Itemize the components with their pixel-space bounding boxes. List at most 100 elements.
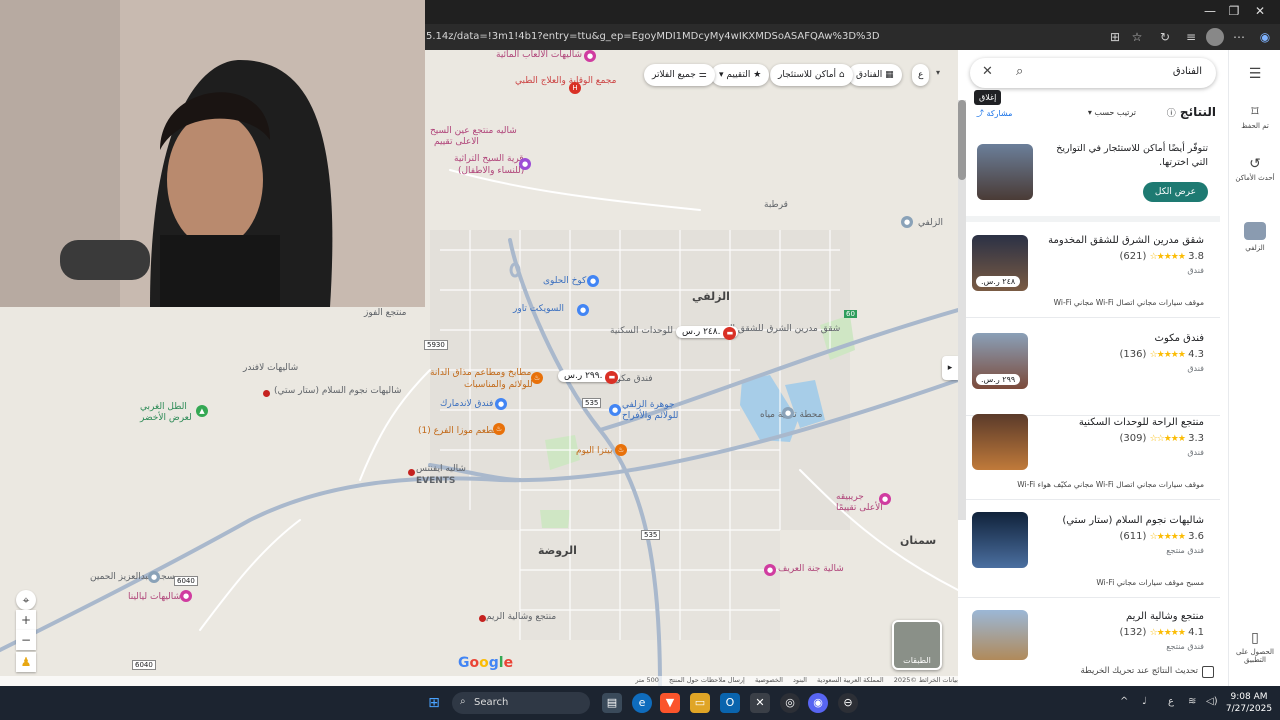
wifi-icon[interactable]: ≋	[1188, 696, 1196, 707]
map-label[interactable]: قرية السيح التراثية	[454, 154, 524, 164]
chip-more[interactable]: ع	[912, 64, 930, 86]
app-icon[interactable]: ⊖	[838, 693, 858, 713]
hospital-pin-icon[interactable]: H	[569, 82, 581, 94]
map-price-tag[interactable]: ٢٤٨ ر.س. ▬	[676, 326, 739, 340]
resort-pin-icon[interactable]: ●	[584, 50, 596, 62]
view-all-button[interactable]: عرض الكل	[1142, 182, 1208, 202]
result-thumbnail[interactable]	[972, 512, 1028, 568]
pegman-icon[interactable]: ♟	[16, 652, 36, 672]
chip-hotels[interactable]: الفنادق ▦	[848, 64, 902, 86]
chip-all-filters[interactable]: جميع الفلاتر ⚌	[644, 64, 715, 86]
profile-avatar[interactable]	[1206, 28, 1224, 46]
heritage-pin-icon[interactable]: ●	[519, 158, 531, 170]
venue-pin-icon[interactable]: ●	[609, 404, 621, 416]
resort-dot-icon[interactable]	[479, 615, 486, 622]
resort-pin-icon[interactable]: ●	[764, 564, 776, 576]
result-thumbnail[interactable]	[972, 610, 1028, 660]
result-thumbnail[interactable]	[972, 414, 1028, 470]
info-icon[interactable]: ⓘ	[1167, 109, 1176, 119]
park-pin-icon[interactable]: ▲	[196, 405, 208, 417]
map-label[interactable]: شاليهات الالعاب المائية	[496, 50, 582, 60]
sort-dropdown[interactable]: ترتيب حسب ▾	[1088, 108, 1136, 117]
favorites-icon[interactable]: ≡	[1182, 28, 1200, 46]
map-label[interactable]: شالية جنة العريف	[778, 564, 844, 574]
panel-scrollbar[interactable]	[958, 100, 966, 520]
map-label[interactable]: جوهرة الزلفي	[622, 400, 675, 410]
result-name[interactable]: منتجع الراحة للوحدات السكنية	[1079, 417, 1204, 428]
chip-rentals[interactable]: أماكن للاستئجار ⌂	[770, 64, 853, 86]
zoom-out-button[interactable]: −	[16, 630, 36, 650]
footer-terms[interactable]: البنود	[793, 676, 807, 684]
more-menu-icon[interactable]: ⋯	[1230, 28, 1248, 46]
map-label[interactable]: بيتزا اليوم	[576, 446, 612, 456]
map-label[interactable]: منتجع وشالية الريم	[486, 612, 556, 622]
brave-icon[interactable]: ▼	[660, 693, 680, 713]
result-name[interactable]: شاليهات نجوم السلام (ستار ستي)	[1062, 515, 1204, 526]
resort-dot-icon[interactable]	[263, 390, 270, 397]
close-window-icon[interactable]: ✕	[1250, 4, 1270, 18]
map-label[interactable]: جريبيقه	[836, 492, 864, 502]
resort-pin-icon[interactable]: ●	[180, 590, 192, 602]
map-label[interactable]: مطعم موزا الفرع (1)	[418, 426, 498, 436]
shop-pin-icon[interactable]: ●	[587, 275, 599, 287]
menu-button[interactable]: ☰	[1229, 66, 1280, 84]
chip-rating[interactable]: ▾ التقييم ★	[711, 64, 770, 86]
map-label[interactable]: فندق لاندمارك	[440, 399, 493, 409]
tray-chevron-icon[interactable]: ^	[1120, 696, 1128, 707]
favorite-star-icon[interactable]: ☆	[1128, 28, 1146, 46]
map-label[interactable]: الزلفي	[692, 290, 730, 303]
map-label[interactable]: شاليه منتجع عين السيح	[430, 126, 517, 136]
app-icon[interactable]: ◎	[780, 693, 800, 713]
refresh-icon[interactable]: ↻	[1156, 28, 1174, 46]
map-label[interactable]: السويكت تاور	[513, 304, 564, 314]
footer-privacy[interactable]: الخصوصية	[755, 676, 783, 684]
address-bar[interactable]: 5.14z/data=!3m1!4b1?entry=ttu&g_ep=EgoyM…	[420, 27, 1100, 47]
rail-zulfi[interactable]: الزلفي	[1229, 222, 1280, 252]
map-label[interactable]: شاليهات ليالينا	[128, 592, 181, 602]
result-item[interactable]: منتجع الراحة للوحدات السكنية 3.3 ★★★☆☆ (…	[958, 412, 1220, 500]
scroll-thumb[interactable]	[958, 100, 966, 180]
result-thumbnail[interactable]: ٢٩٩ ر.س.	[972, 333, 1028, 389]
map-label[interactable]: الروضة	[538, 544, 577, 557]
result-name[interactable]: شقق مدرين الشرق للشقق المخدومة	[1048, 235, 1204, 246]
resort-pin-icon[interactable]: ●	[879, 493, 891, 505]
apps-icon[interactable]: ⊞	[1106, 28, 1124, 46]
map-label[interactable]: مطابخ ومطاعم مذاق الدانة	[430, 368, 531, 378]
mic-icon[interactable]: ♩	[1142, 696, 1147, 707]
result-item[interactable]: فندق مكوث 4.3 ★★★★☆ (136) فندق ٢٩٩ ر.س.	[958, 328, 1220, 416]
app-icon[interactable]: ✕	[750, 693, 770, 713]
facility-pin-icon[interactable]: ●	[782, 407, 794, 419]
search-input[interactable]: الفنادق	[1173, 66, 1202, 77]
search-icon[interactable]: ⌕	[1016, 64, 1023, 79]
map-label[interactable]: كوخ الحلوى	[543, 276, 586, 286]
rail-get-app[interactable]: ▯ الحصول على التطبيق	[1229, 630, 1280, 664]
map-label[interactable]: سمنان	[900, 534, 936, 547]
store-icon[interactable]: ▤	[602, 693, 622, 713]
close-icon[interactable]: ✕	[982, 64, 993, 79]
folder-icon[interactable]: ▭	[690, 693, 710, 713]
rail-recent[interactable]: ↺ أحدث الأماكن	[1229, 156, 1280, 182]
map-price-tag[interactable]: ٢٩٩ ر.س. ▬	[558, 370, 621, 384]
outlook-icon[interactable]: O	[720, 693, 740, 713]
search-box[interactable]: الفنادق ⌕ ✕	[970, 58, 1216, 88]
result-item[interactable]: شقق مدرين الشرق للشقق المخدومة 3.8 ★★★★☆…	[958, 230, 1220, 318]
map-label[interactable]: منتجع الفوز	[364, 308, 407, 318]
share-button[interactable]: مشاركة ⤴	[976, 108, 1012, 119]
scale-bar[interactable]: 500 متر	[635, 676, 659, 684]
chip-dropdown-icon[interactable]: ▾	[936, 68, 940, 77]
restore-icon[interactable]: ❐	[1224, 4, 1244, 18]
map-label[interactable]: الزلفي	[918, 218, 943, 228]
minimize-icon[interactable]: —	[1200, 4, 1220, 18]
restaurant-pin-icon[interactable]: ♨	[615, 444, 627, 456]
rail-saved[interactable]: ⌑ تم الحفظ	[1229, 104, 1280, 130]
collapse-panel-button[interactable]: ▸	[942, 356, 958, 380]
volume-icon[interactable]: ◁)	[1206, 696, 1218, 707]
result-item[interactable]: منتجع وشالية الريم 4.1 ★★★★☆ (132) فندق …	[958, 606, 1220, 660]
update-results-checkbox[interactable]	[1202, 666, 1214, 678]
map-label[interactable]: شاليهات لافندر	[243, 363, 298, 373]
hotel-pin-icon[interactable]: ●	[495, 398, 507, 410]
footer-feedback[interactable]: إرسال ملاحظات حول المنتج	[669, 676, 745, 684]
shop-pin-icon[interactable]: ●	[577, 304, 589, 316]
map-label[interactable]: شاليه ايفنتس	[416, 464, 466, 474]
result-name[interactable]: فندق مكوث	[1155, 333, 1204, 344]
